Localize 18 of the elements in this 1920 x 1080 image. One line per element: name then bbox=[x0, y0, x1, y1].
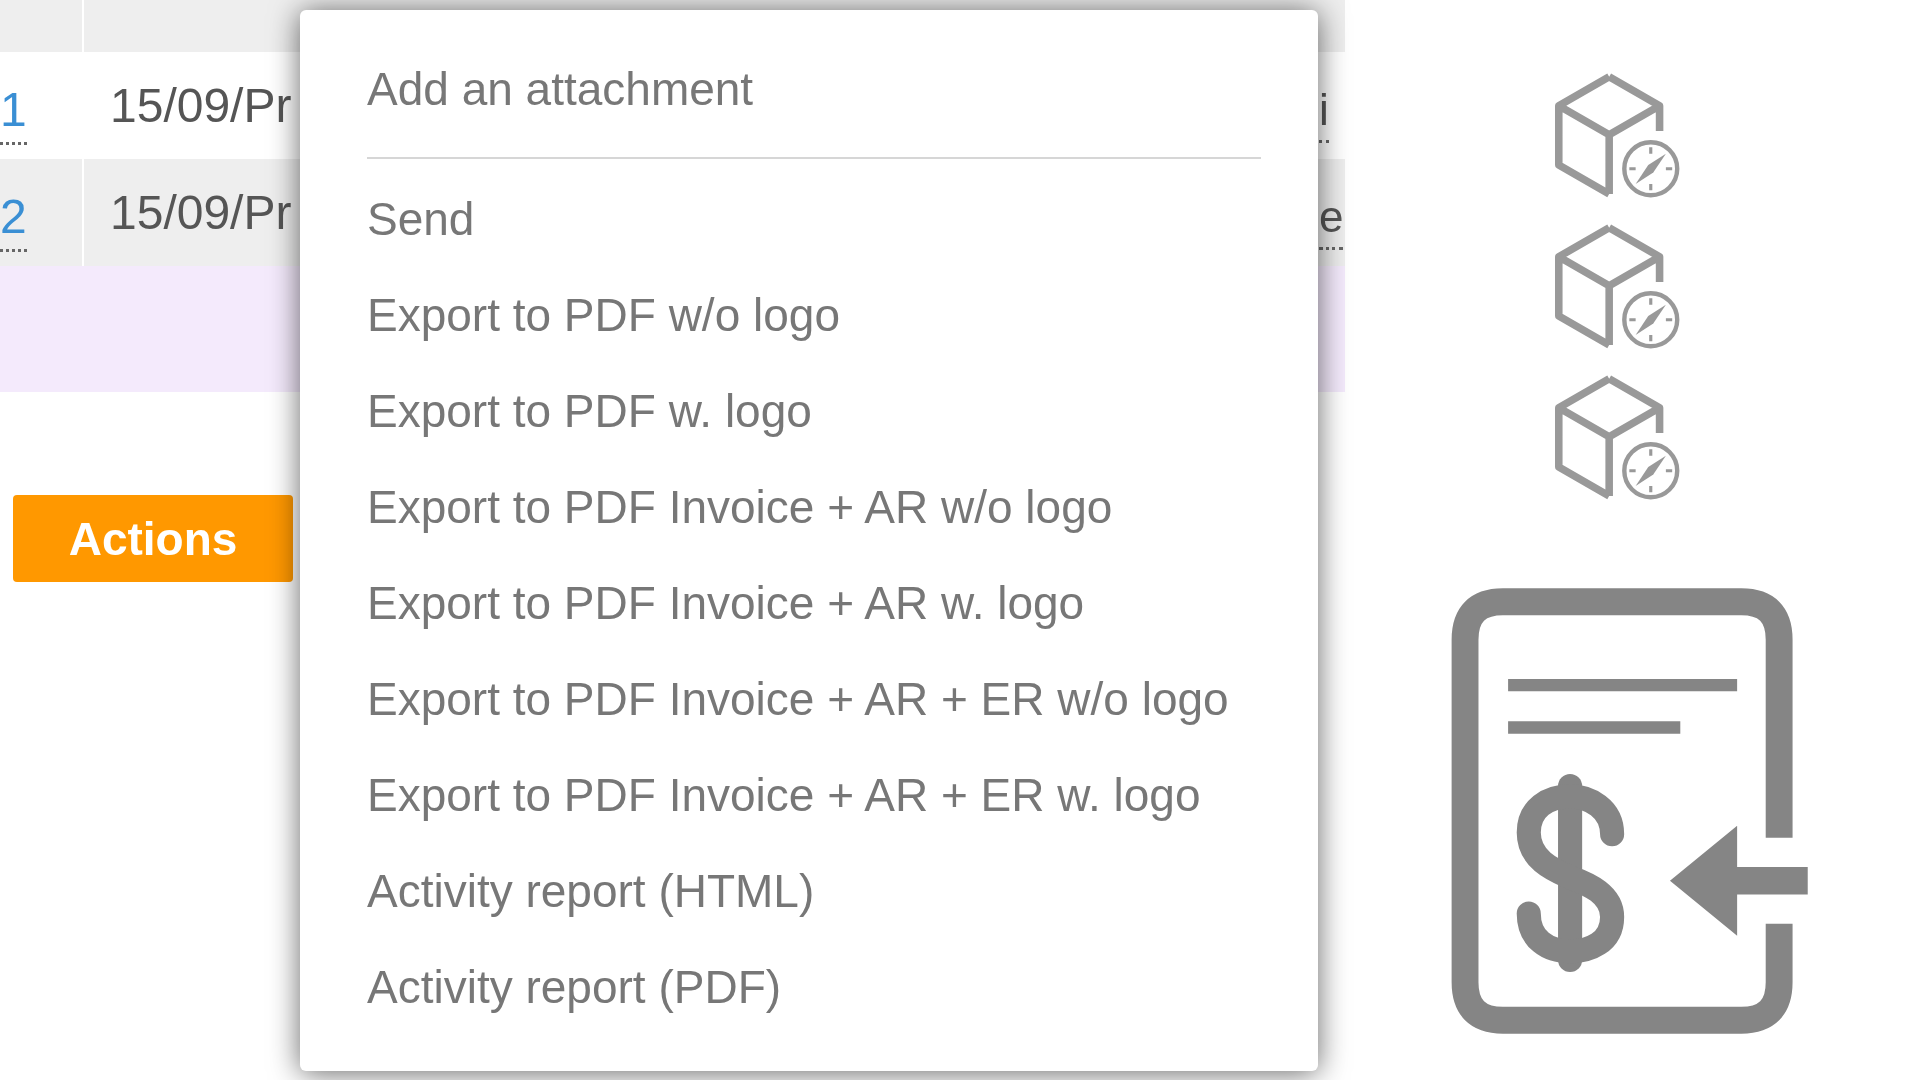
row-number-link[interactable]: 1 bbox=[0, 86, 27, 145]
cube-compass-icon[interactable] bbox=[1555, 375, 1681, 501]
menu-item[interactable]: Export to PDF Invoice + AR w. logo bbox=[300, 555, 1318, 651]
menu-item[interactable]: Activity report (HTML) bbox=[300, 843, 1318, 939]
menu-item[interactable]: Send bbox=[300, 171, 1318, 267]
menu-item[interactable]: Export to PDF Invoice + AR + ER w/o logo bbox=[300, 651, 1318, 747]
menu-item[interactable]: Export to PDF w/o logo bbox=[300, 267, 1318, 363]
row-number-link[interactable]: 2 bbox=[0, 193, 27, 252]
menu-item[interactable]: Activity report (PDF) bbox=[300, 939, 1318, 1035]
menu-item[interactable]: Export to PDF Invoice + AR + ER w. logo bbox=[300, 747, 1318, 843]
table-cell: 15/09/Pr bbox=[110, 188, 292, 237]
cube-compass-icon[interactable] bbox=[1555, 73, 1681, 199]
menu-item[interactable]: Export to PDF Invoice + AR w/o logo bbox=[300, 459, 1318, 555]
table-cell: 15/09/Pr bbox=[110, 81, 292, 130]
document-dollar-arrow-icon[interactable] bbox=[1451, 588, 1808, 1034]
cube-compass-icon[interactable] bbox=[1555, 224, 1681, 350]
menu-item[interactable]: Add an attachment bbox=[300, 41, 1318, 137]
menu-item[interactable]: Export to PDF w. logo bbox=[300, 363, 1318, 459]
